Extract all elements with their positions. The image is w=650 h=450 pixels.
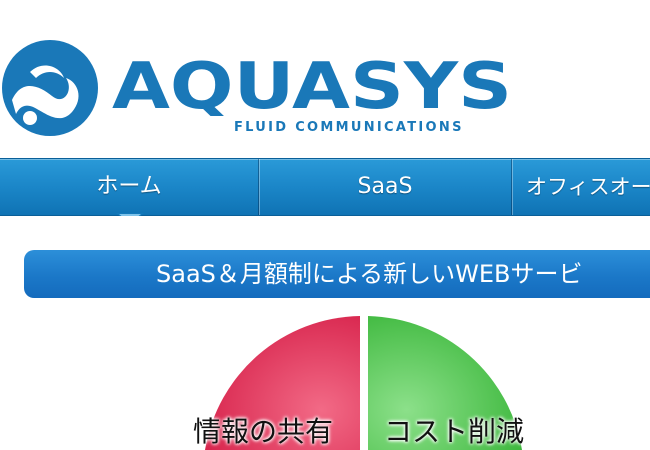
svg-text:AQUASYS: AQUASYS: [112, 52, 512, 116]
nav-item-saas[interactable]: SaaS: [259, 159, 512, 215]
nav-item-office-automation[interactable]: オフィスオート: [512, 159, 650, 215]
wheel-label-sharing: 情報の共有: [193, 415, 334, 448]
main-nav: ホーム SaaS オフィスオート: [0, 158, 650, 216]
nav-item-home[interactable]: ホーム: [0, 159, 259, 215]
banner-heading: SaaS＆月額制による新しいWEBサービ: [24, 250, 650, 298]
brand-tagline: FLUID COMMUNICATIONS: [234, 120, 464, 135]
wheel-label-cost: コスト削減: [384, 415, 525, 448]
aquasys-wordmark[interactable]: AQUASYS: [112, 52, 514, 116]
aquasys-logo-icon[interactable]: [0, 38, 100, 138]
site-header: AQUASYS FLUID COMMUNICATIONS: [0, 0, 650, 158]
